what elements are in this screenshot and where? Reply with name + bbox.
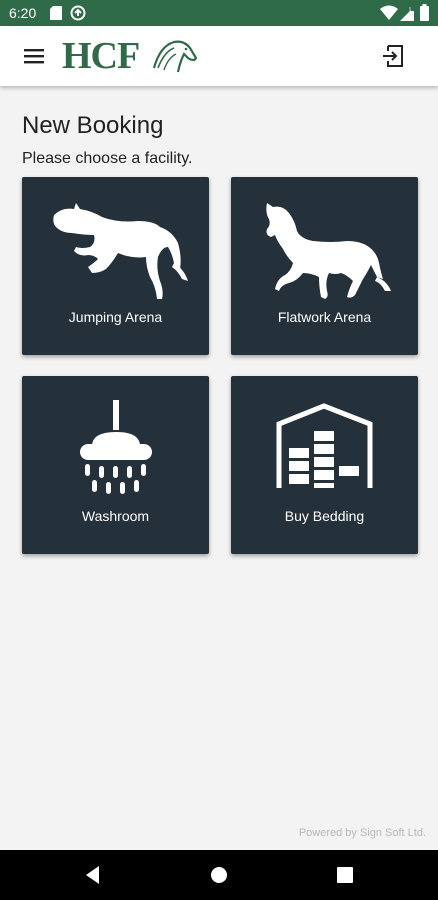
facility-tile-washroom[interactable]: Washroom — [22, 376, 209, 554]
logo-text: HCF — [62, 35, 140, 77]
page-title: New Booking — [22, 112, 164, 139]
hcf-logo: HCF — [62, 36, 202, 76]
shower-icon — [80, 400, 152, 494]
tile-label: Flatwork Arena — [277, 309, 372, 325]
status-bar: 6:20 ! — [0, 0, 438, 26]
jumping-horse-icon — [53, 203, 188, 299]
status-time: 6:20 — [9, 5, 37, 21]
menu-button[interactable] — [16, 38, 52, 74]
powered-by-text: Powered by Sign Soft Ltd. — [298, 827, 426, 839]
recents-icon[interactable] — [333, 863, 357, 887]
bedding-barn-icon — [276, 403, 373, 488]
app-bar: HCF — [0, 26, 438, 86]
trotting-horse-icon — [266, 203, 391, 299]
hamburger-menu-icon — [24, 49, 44, 64]
system-nav-bar — [0, 850, 438, 900]
home-icon[interactable] — [207, 863, 231, 887]
facility-tile-buy-bedding[interactable]: Buy Bedding — [231, 376, 418, 554]
battery-icon — [420, 4, 429, 21]
wifi-icon — [380, 5, 398, 20]
signal-icon: ! — [400, 5, 414, 21]
logout-icon — [383, 45, 403, 67]
tile-label: Jumping Arena — [68, 309, 163, 325]
tile-label: Buy Bedding — [284, 508, 365, 524]
svg-text:!: ! — [409, 7, 411, 14]
sync-icon — [70, 5, 86, 21]
facility-tile-jumping-arena[interactable]: Jumping Arena — [22, 177, 209, 355]
tile-label: Washroom — [81, 508, 150, 524]
page-subtitle: Please choose a facility. — [22, 150, 193, 167]
facility-tile-flatwork-arena[interactable]: Flatwork Arena — [231, 177, 418, 355]
sd-card-icon — [50, 6, 62, 20]
logo-horse-head-icon — [152, 40, 198, 73]
logout-button[interactable] — [380, 42, 408, 70]
back-icon[interactable] — [81, 863, 105, 887]
